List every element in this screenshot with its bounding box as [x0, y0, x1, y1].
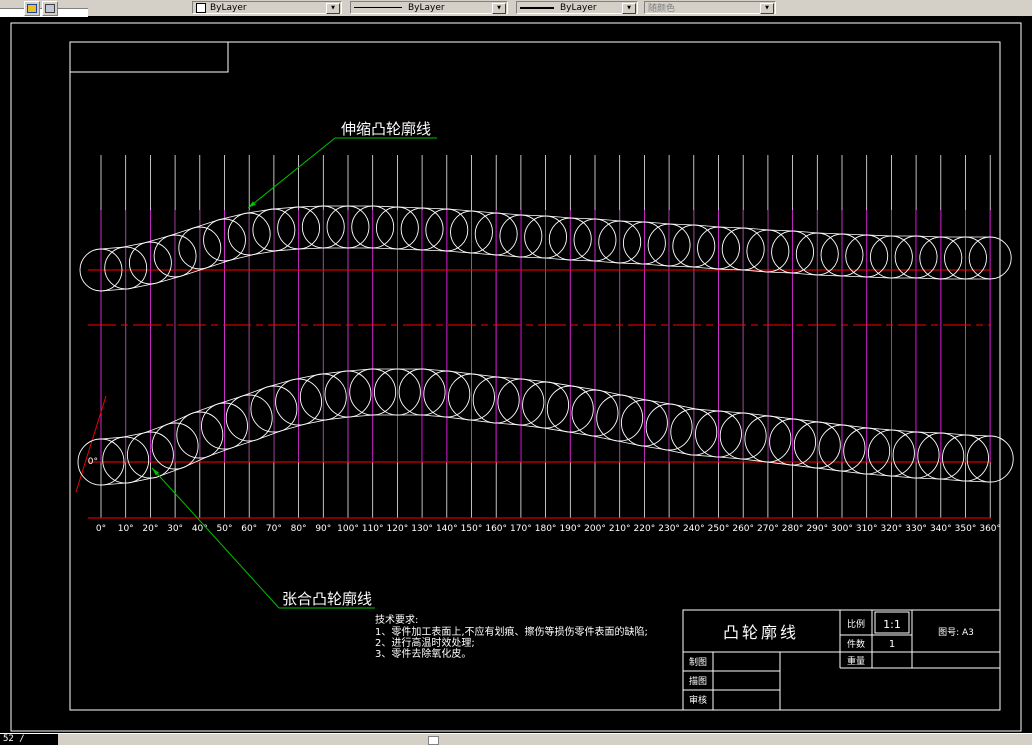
linetype-control-dropdown[interactable]: ByLayer	[350, 1, 508, 14]
svg-text:190°: 190°	[559, 524, 581, 534]
svg-text:330°: 330°	[905, 524, 927, 534]
linetype-sample-icon	[354, 7, 402, 8]
svg-text:270°: 270°	[757, 524, 779, 534]
svg-text:140°: 140°	[436, 524, 458, 534]
tech-req-item: 2、进行高温时效处理;	[375, 636, 475, 649]
lower-callout-label: 张合凸轮廓线	[282, 590, 372, 608]
svg-text:280°: 280°	[782, 524, 804, 534]
svg-text:60°: 60°	[241, 524, 257, 534]
chevron-down-icon[interactable]	[326, 3, 340, 14]
chevron-down-icon[interactable]	[492, 3, 506, 14]
svg-text:220°: 220°	[634, 524, 656, 534]
svg-text:0°: 0°	[96, 524, 106, 534]
scale-value: 1:1	[883, 618, 901, 631]
upper-callout-label: 伸缩凸轮廓线	[341, 120, 431, 138]
svg-text:170°: 170°	[510, 524, 532, 534]
tech-req-item: 3、零件去除氧化皮。	[375, 647, 471, 660]
lineweight-control-value: ByLayer	[560, 2, 597, 13]
svg-text:350°: 350°	[955, 524, 977, 534]
qty-label: 件数	[847, 638, 865, 650]
weight-label: 重量	[847, 655, 865, 667]
svg-text:80°: 80°	[291, 524, 307, 534]
linetype-control-value: ByLayer	[408, 2, 445, 13]
svg-text:260°: 260°	[732, 524, 754, 534]
color-control-value: ByLayer	[210, 2, 247, 13]
svg-text:290°: 290°	[806, 524, 828, 534]
svg-text:360°: 360°	[979, 524, 1001, 534]
cad-canvas[interactable]: 0° 10° 20° 30° 40° 50° 60° 70° 80° 90° 100° 110° 120…	[0, 0, 1032, 744]
svg-text:90°: 90°	[315, 524, 331, 534]
chevron-down-icon[interactable]	[622, 3, 636, 14]
title-block-title: 凸轮廓线	[723, 623, 799, 642]
svg-text:70°: 70°	[266, 524, 282, 534]
chevron-down-icon[interactable]	[760, 3, 774, 14]
lineweight-sample-icon	[520, 6, 554, 9]
bottom-status-strip: 52 /	[0, 733, 1032, 745]
svg-text:310°: 310°	[856, 524, 878, 534]
svg-text:150°: 150°	[461, 524, 483, 534]
drawing-no: 图号: A3	[938, 627, 974, 638]
svg-text:120°: 120°	[387, 524, 409, 534]
tech-req-title: 技术要求:	[375, 613, 418, 626]
layer-previous-button[interactable]	[42, 1, 58, 16]
svg-text:50°: 50°	[217, 524, 233, 534]
tech-req-item: 1、零件加工表面上,不应有划痕、擦伤等损伤零件表面的缺陷;	[375, 625, 648, 638]
make-layer-current-button[interactable]	[24, 1, 40, 16]
properties-toolbar: ByLayer ByLayer ByLayer 随颜色	[0, 0, 1032, 17]
svg-text:200°: 200°	[584, 524, 606, 534]
model-space-background	[0, 16, 1032, 733]
svg-text:180°: 180°	[535, 524, 557, 534]
svg-text:20°: 20°	[142, 524, 158, 534]
layers-icon	[45, 4, 55, 13]
svg-text:230°: 230°	[658, 524, 680, 534]
svg-text:130°: 130°	[411, 524, 433, 534]
svg-text:10°: 10°	[118, 524, 134, 534]
color-swatch-icon	[196, 2, 206, 13]
svg-text:340°: 340°	[930, 524, 952, 534]
svg-text:30°: 30°	[167, 524, 183, 534]
row-label-drawn: 制图	[689, 656, 707, 668]
row-label-checked: 审核	[689, 694, 707, 706]
plotstyle-control-dropdown[interactable]: 随颜色	[644, 1, 776, 14]
status-text: 52 /	[0, 734, 58, 745]
axis-degree-labels: 0° 10° 20° 30° 40° 50° 60° 70° 80° 90° 100° 110° 120…	[96, 524, 1001, 534]
color-control-dropdown[interactable]: ByLayer	[192, 1, 342, 14]
plotstyle-control-value: 随颜色	[648, 4, 676, 14]
svg-text:250°: 250°	[708, 524, 730, 534]
svg-text:240°: 240°	[683, 524, 705, 534]
scale-label: 比例	[847, 618, 865, 630]
origin-label: 0°	[88, 457, 98, 467]
svg-text:100°: 100°	[337, 524, 359, 534]
svg-text:160°: 160°	[485, 524, 507, 534]
svg-text:300°: 300°	[831, 524, 853, 534]
svg-text:320°: 320°	[881, 524, 903, 534]
qty-value: 1	[889, 639, 895, 650]
layer-tool-icon	[27, 4, 37, 13]
svg-text:110°: 110°	[362, 524, 384, 534]
svg-text:210°: 210°	[609, 524, 631, 534]
row-label-traced: 描图	[689, 675, 707, 687]
svg-text:40°: 40°	[192, 524, 208, 534]
lineweight-control-dropdown[interactable]: ByLayer	[516, 1, 638, 14]
